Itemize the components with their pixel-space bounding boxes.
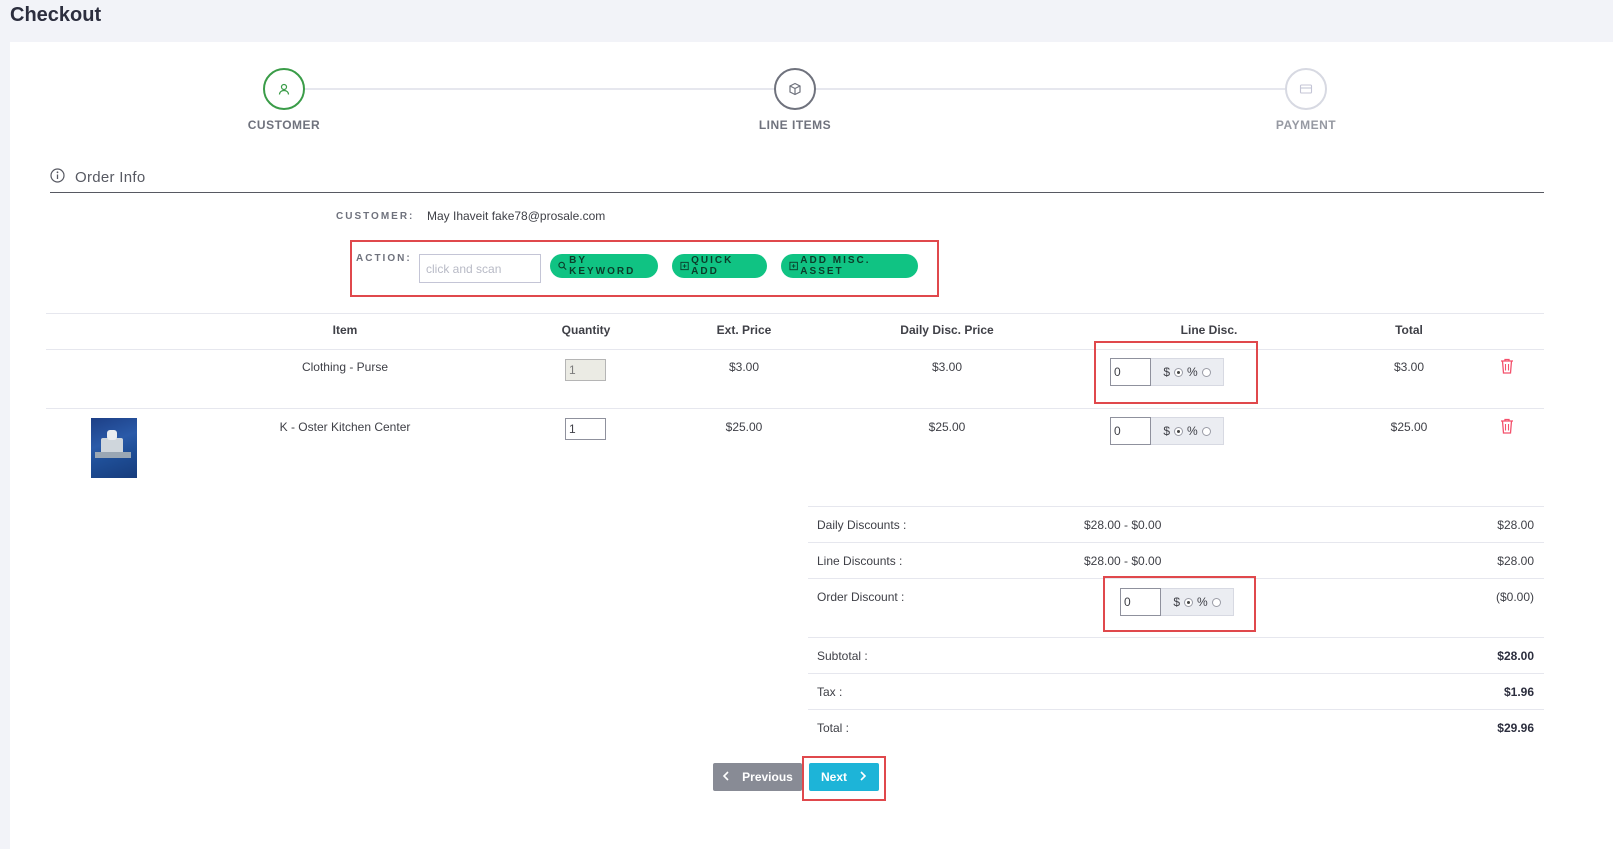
scan-input[interactable] <box>419 254 541 283</box>
wizard-connector <box>816 88 1286 90</box>
line-discounts-label: Line Discounts : <box>817 554 903 568</box>
action-label: ACTION: <box>356 253 412 264</box>
trash-icon[interactable] <box>1500 418 1514 434</box>
line-discount-group: $ % <box>1110 417 1224 445</box>
customer-label: CUSTOMER: <box>336 211 415 222</box>
line-discount-input[interactable] <box>1110 417 1151 445</box>
percent-label: % <box>1197 595 1208 609</box>
tax-value: $1.96 <box>1503 685 1534 699</box>
summary-divider <box>808 506 1544 507</box>
previous-button[interactable]: Previous <box>713 763 802 791</box>
by-keyword-label: BY KEYWORD <box>569 255 636 277</box>
row-item-name: K - Oster Kitchen Center <box>279 420 411 434</box>
quick-add-label: QUICK ADD <box>691 255 734 277</box>
daily-discounts-label: Daily Discounts : <box>817 518 907 532</box>
summary-divider <box>808 709 1544 710</box>
chevron-right-icon <box>859 770 867 784</box>
currency-radio[interactable] <box>1184 597 1193 607</box>
column-header-line-disc: Line Disc. <box>1180 323 1238 337</box>
discount-type-toggle: $ % <box>1161 588 1234 616</box>
line-discount-input[interactable] <box>1110 358 1151 386</box>
quick-add-button[interactable]: QUICK ADD <box>672 254 767 278</box>
row-daily-disc-price: $25.00 <box>928 420 966 434</box>
wizard-step-label: CUSTOMER <box>247 118 321 132</box>
plus-square-icon <box>680 261 689 271</box>
order-discount-value: ($0.00) <box>1495 590 1534 604</box>
percent-radio[interactable] <box>1201 426 1211 436</box>
currency-label: $ <box>1163 365 1170 379</box>
order-discount-input[interactable] <box>1120 588 1161 616</box>
discount-type-toggle: $ % <box>1151 358 1224 386</box>
column-header-ext-price: Ext. Price <box>716 323 772 337</box>
plus-square-icon <box>789 261 798 271</box>
summary-divider <box>808 673 1544 674</box>
subtotal-label: Subtotal : <box>817 649 868 663</box>
wizard-connector <box>305 88 775 90</box>
product-thumbnail <box>91 418 137 478</box>
currency-radio[interactable] <box>1174 367 1183 377</box>
total-label: Total : <box>817 721 850 735</box>
box-icon <box>774 68 816 110</box>
row-total: $25.00 <box>1390 420 1428 434</box>
wizard-step-payment[interactable]: PAYMENT <box>1246 68 1366 132</box>
search-icon <box>558 261 567 271</box>
line-discounts-value: $28.00 <box>1497 554 1534 568</box>
add-misc-asset-button[interactable]: ADD MISC. ASSET <box>781 254 918 278</box>
info-icon <box>50 167 65 188</box>
summary-divider <box>808 542 1544 543</box>
percent-label: % <box>1187 424 1198 438</box>
row-item-name: Clothing - Purse <box>301 360 389 374</box>
trash-icon[interactable] <box>1500 358 1514 374</box>
currency-label: $ <box>1173 595 1180 609</box>
wizard-step-customer[interactable]: CUSTOMER <box>224 68 344 132</box>
wizard-step-line-items[interactable]: LINE ITEMS <box>735 68 855 132</box>
next-button[interactable]: Next <box>809 763 879 791</box>
user-icon <box>263 68 305 110</box>
by-keyword-button[interactable]: BY KEYWORD <box>550 254 658 278</box>
credit-card-icon <box>1285 68 1327 110</box>
total-value: $29.96 <box>1497 721 1534 735</box>
percent-radio[interactable] <box>1201 367 1211 377</box>
page-title: Checkout <box>10 4 102 26</box>
quantity-input[interactable] <box>565 418 606 440</box>
next-label: Next <box>820 770 847 784</box>
currency-radio[interactable] <box>1174 426 1183 436</box>
daily-discounts-value: $28.00 <box>1497 518 1534 532</box>
subtotal-value: $28.00 <box>1497 649 1534 663</box>
wizard-step-label: PAYMENT <box>1275 118 1337 132</box>
quantity-input[interactable] <box>565 359 606 381</box>
previous-label: Previous <box>742 770 793 784</box>
percent-label: % <box>1187 365 1198 379</box>
currency-label: $ <box>1163 424 1170 438</box>
summary-divider <box>808 637 1544 638</box>
order-discount-group: $ % <box>1120 588 1234 616</box>
add-misc-asset-label: ADD MISC. ASSET <box>800 255 871 277</box>
row-ext-price: $3.00 <box>728 360 760 374</box>
column-header-daily-disc-price: Daily Disc. Price <box>900 323 994 337</box>
column-header-item: Item <box>332 323 358 337</box>
wizard-step-label: LINE ITEMS <box>758 118 832 132</box>
percent-radio[interactable] <box>1211 597 1221 607</box>
customer-value: May Ihaveit fake78@prosale.com <box>427 209 606 223</box>
order-info-title: Order Info <box>75 169 146 186</box>
tax-label: Tax : <box>817 685 843 699</box>
row-ext-price: $25.00 <box>725 420 763 434</box>
table-border <box>46 349 1544 350</box>
discount-type-toggle: $ % <box>1151 417 1224 445</box>
table-border <box>46 313 1544 314</box>
line-discount-group: $ % <box>1110 358 1224 386</box>
row-total: $3.00 <box>1393 360 1425 374</box>
order-discount-label: Order Discount : <box>817 590 905 604</box>
column-header-quantity: Quantity <box>561 323 611 337</box>
chevron-left-icon <box>722 770 730 784</box>
row-daily-disc-price: $3.00 <box>931 360 963 374</box>
column-header-total: Total <box>1395 323 1423 337</box>
table-border <box>46 408 1544 409</box>
line-discounts-range: $28.00 - $0.00 <box>1084 554 1162 568</box>
daily-discounts-range: $28.00 - $0.00 <box>1084 518 1162 532</box>
order-info-header: Order Info <box>50 163 1544 193</box>
